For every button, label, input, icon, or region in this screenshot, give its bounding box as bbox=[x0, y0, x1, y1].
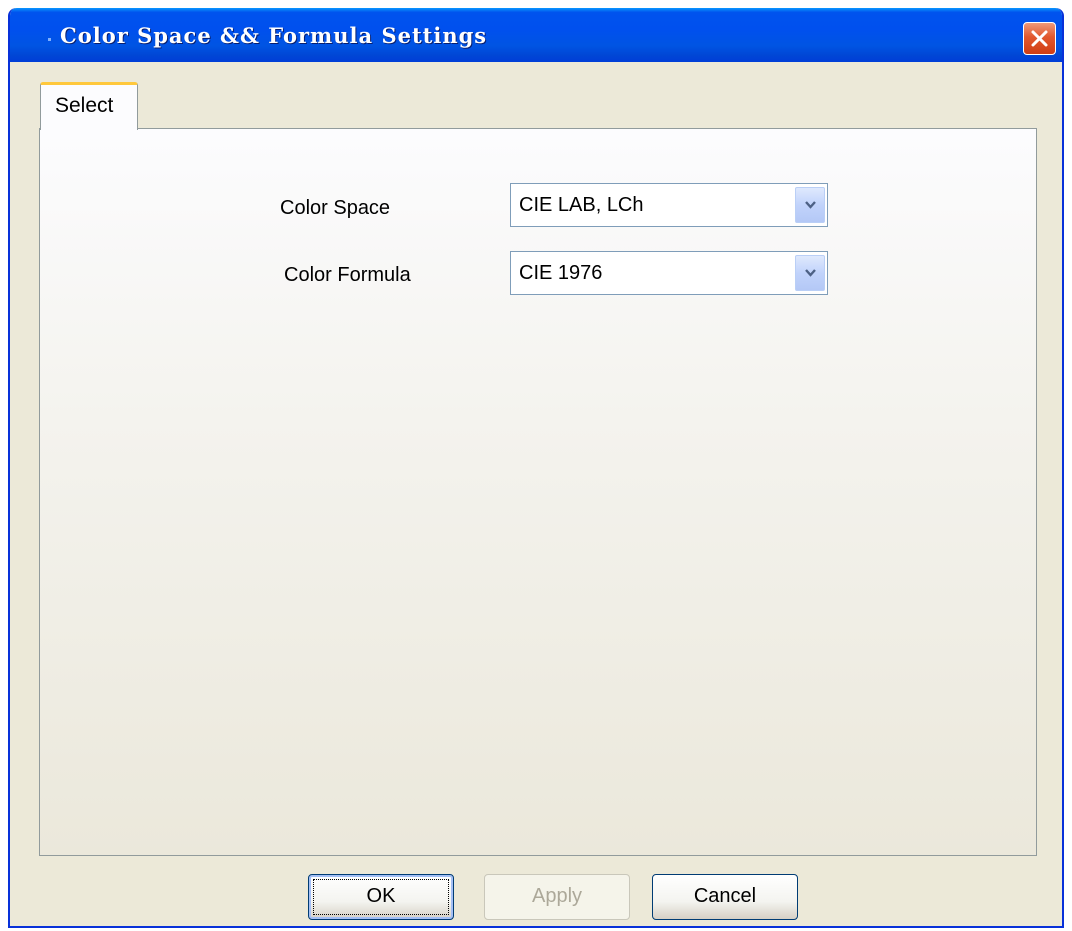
cancel-button[interactable]: Cancel bbox=[652, 874, 798, 920]
cancel-button-label: Cancel bbox=[693, 885, 757, 907]
color-space-label: Color Space bbox=[280, 197, 391, 219]
apply-button-label: Apply bbox=[531, 885, 583, 907]
close-icon bbox=[1031, 30, 1048, 47]
color-space-dropdown-button[interactable] bbox=[795, 187, 825, 223]
chevron-down-icon bbox=[805, 269, 816, 277]
focus-ring bbox=[313, 879, 449, 915]
color-formula-dropdown-button[interactable] bbox=[795, 255, 825, 291]
chevron-down-icon bbox=[805, 201, 816, 209]
tab-select[interactable]: Select bbox=[40, 82, 138, 130]
window-icon bbox=[48, 38, 51, 41]
ok-button[interactable]: OK bbox=[308, 874, 454, 920]
color-space-select[interactable]: CIE LAB, LCh bbox=[510, 183, 828, 227]
tab-select-label: Select bbox=[55, 94, 114, 117]
color-formula-value: CIE 1976 bbox=[519, 262, 603, 284]
color-formula-label: Color Formula bbox=[284, 264, 411, 286]
tab-panel: Color Space CIE LAB, LCh Color Formula C… bbox=[39, 128, 1037, 856]
window-title: Color Space && Formula Settings bbox=[60, 23, 488, 48]
close-button[interactable] bbox=[1023, 22, 1056, 55]
title-bar[interactable]: Color Space && Formula Settings bbox=[10, 8, 1062, 62]
apply-button[interactable]: Apply bbox=[484, 874, 630, 920]
color-space-value: CIE LAB, LCh bbox=[519, 194, 644, 216]
dialog-window: Color Space && Formula Settings Select C… bbox=[8, 8, 1064, 928]
color-formula-select[interactable]: CIE 1976 bbox=[510, 251, 828, 295]
